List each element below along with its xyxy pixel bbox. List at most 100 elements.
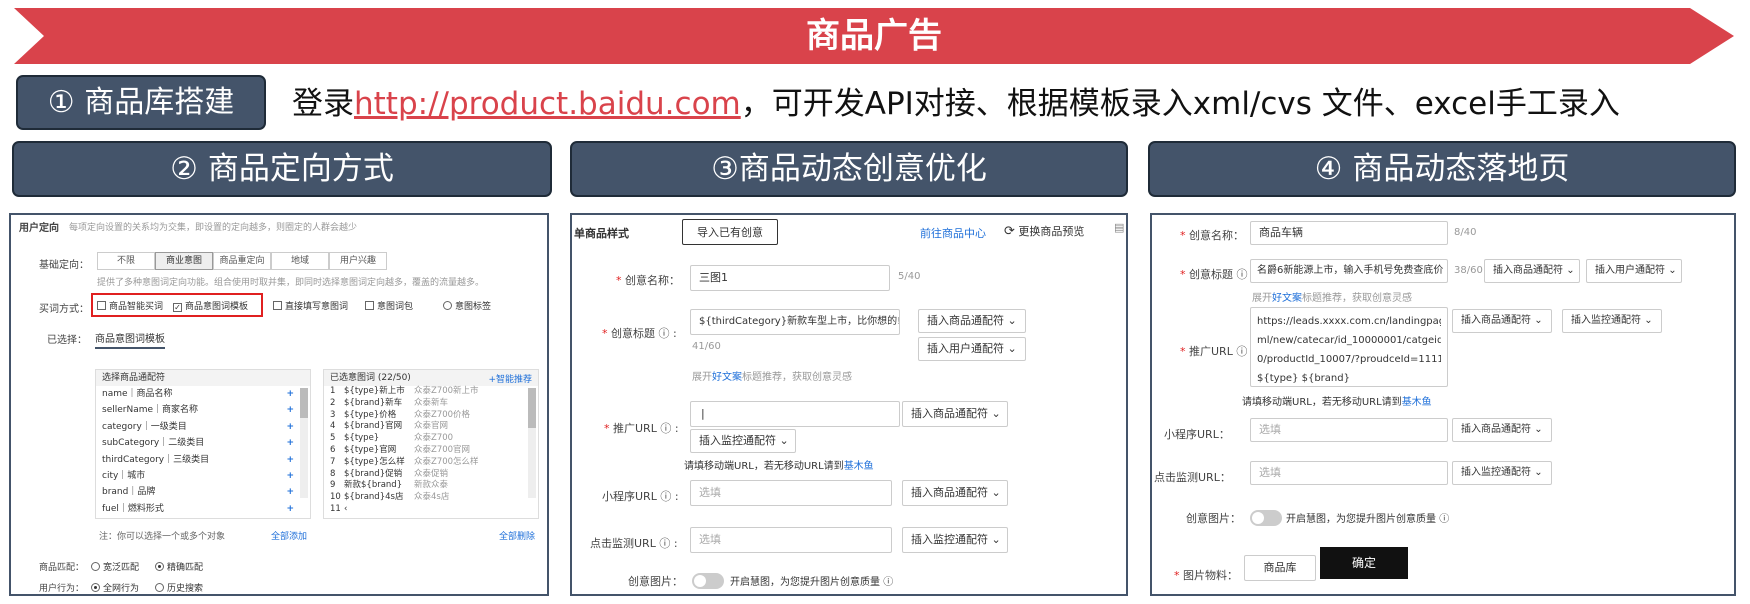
product-center-link[interactable]: http://product.baidu.com (354, 86, 741, 122)
intent-list-item[interactable]: 6 ${type}官网 众泰Z700官网 (324, 445, 538, 457)
insert-user-dropdown[interactable]: 插入用户通配符 ⌄ (918, 337, 1026, 361)
intent-list-item[interactable]: 8 ${brand}促销 众泰促销 (324, 469, 538, 481)
headline-input[interactable]: ${thirdCategory}新款车型上市，比你想的! (690, 309, 900, 335)
tab-product-retarget[interactable]: 商品重定向 (213, 252, 271, 270)
goto-product-center-link[interactable]: 前往商品中心 (920, 225, 986, 241)
tab-unlimited[interactable]: 不限 (97, 252, 155, 270)
behavior-all[interactable]: 全网行为 (91, 581, 139, 594)
headline-input[interactable]: 名爵6新能源上市，输入手机号免费查底价 (1250, 259, 1448, 283)
wildcard-list-item[interactable]: city｜城市 + (96, 468, 310, 484)
click-monitor-input[interactable]: 选填 (690, 527, 892, 553)
document-icon[interactable]: ▤ (1114, 221, 1124, 234)
selected-tab[interactable]: 商品意图词模板 (95, 330, 165, 349)
insert-goods-dropdown-url[interactable]: 插入商品通配符 ⌄ (902, 401, 1008, 427)
wildcard-list-item[interactable]: sellerName｜商家名称 + (96, 402, 310, 418)
wildcard-list-item[interactable]: name｜商品名称 + (96, 386, 310, 402)
jimuyu-link[interactable]: 基木鱼 (1402, 397, 1432, 408)
smart-image-toggle[interactable] (1250, 510, 1282, 526)
smart-image-toggle[interactable] (692, 573, 724, 589)
insert-goods-dropdown[interactable]: 插入商品通配符 ⌄ (1484, 259, 1580, 283)
refresh-preview[interactable]: ⟳ 更换商品预览 (1004, 223, 1084, 239)
add-icon[interactable]: + (286, 501, 294, 517)
insert-goods-dropdown-mini[interactable]: 插入商品通配符 ⌄ (902, 480, 1008, 506)
insert-user-dropdown[interactable]: 插入用户通配符 ⌄ (1586, 259, 1682, 283)
add-icon[interactable]: + (286, 419, 294, 435)
material-label: * 图片物料： (1174, 569, 1238, 582)
radio-icon (91, 562, 100, 571)
chevron-down-icon: ⌄ (991, 486, 1001, 499)
behavior-label: 用户行为： (39, 584, 85, 594)
url-textarea[interactable]: https://leads.xxxx.com.cn/landingpage/ht… (1250, 307, 1448, 387)
mini-program-input[interactable]: 选填 (690, 480, 892, 506)
opt-intent-tag[interactable]: 意图标签 (443, 299, 491, 312)
match-exact[interactable]: 精确匹配 (155, 560, 203, 573)
match-broad[interactable]: 宽泛匹配 (91, 560, 139, 573)
wildcard-list-item[interactable]: brand｜品牌 + (96, 484, 310, 500)
intent-list-item[interactable]: 7 ${type}怎么样 众泰Z700怎么样 (324, 457, 538, 469)
checkbox-icon (97, 301, 106, 310)
tab-commercial-intent[interactable]: 商业意图 (155, 252, 213, 270)
good-copy-link[interactable]: 好文案 (712, 372, 742, 383)
intent-list-item[interactable]: 5 ${type} 众泰Z700 (324, 433, 538, 445)
intent-list-item[interactable]: 2 ${brand}新车 众泰新车 (324, 398, 538, 410)
insert-monitor-dropdown[interactable]: 插入监控通配符 ⌄ (690, 429, 796, 453)
insert-monitor-dropdown[interactable]: 插入监控通配符 ⌄ (1562, 309, 1662, 333)
product-library-button[interactable]: 商品库 (1244, 555, 1316, 581)
intent-list-item[interactable]: 11 ‹ (324, 504, 538, 516)
smart-recommend-link[interactable]: +智能推荐 (488, 372, 532, 385)
url-line: 0/productId_10007/?proudceId=111111 (1257, 354, 1441, 365)
click-monitor-label: 点击监测URL： (1154, 471, 1231, 484)
click-monitor-label: 点击监测URL ⓘ : (590, 537, 678, 550)
insert-goods-dropdown[interactable]: 插入商品通配符 ⌄ (918, 309, 1026, 333)
add-all-link[interactable]: 全部添加 (271, 529, 307, 542)
add-icon[interactable]: + (286, 452, 294, 468)
add-icon[interactable]: + (286, 402, 294, 418)
intent-list-item[interactable]: 3 ${type}价格 众泰Z700价格 (324, 410, 538, 422)
behavior-history[interactable]: 历史搜索 (155, 581, 203, 594)
creative-name-input[interactable]: 商品车辆 (1250, 221, 1448, 245)
scrollbar[interactable] (300, 388, 308, 498)
click-monitor-input[interactable]: 选填 (1250, 461, 1448, 485)
add-icon[interactable]: + (286, 484, 294, 500)
tab-interest[interactable]: 用户兴趣 (329, 252, 387, 270)
creative-name-input[interactable]: 三图1 (690, 265, 890, 291)
smart-image-text: 开启慧图，为您提升图片创意质量 ⓘ (1286, 514, 1450, 525)
add-icon[interactable]: + (286, 435, 294, 451)
confirm-button[interactable]: 确定 (1320, 547, 1408, 579)
chevron-down-icon: ⌄ (991, 407, 1001, 420)
wildcard-list-item[interactable]: category｜一级类目 + (96, 419, 310, 435)
name-label: * 创意名称： (1180, 229, 1244, 242)
insert-goods-dropdown-mini[interactable]: 插入商品通配符 ⌄ (1452, 418, 1552, 442)
import-creative-button[interactable]: 导入已有创意 (682, 219, 778, 245)
add-icon[interactable]: + (286, 386, 294, 402)
opt-direct-intent[interactable]: 直接填写意图词 (273, 299, 348, 312)
scrollbar-thumb[interactable] (528, 388, 536, 428)
insert-monitor-dropdown-click[interactable]: 插入监控通配符 ⌄ (1452, 461, 1552, 485)
help-icon: ⓘ (659, 537, 671, 550)
intent-item-example: 众泰促销 (414, 468, 449, 479)
intent-list-item[interactable]: 4 ${brand}官网 众泰官网 (324, 421, 538, 433)
wildcard-list-item[interactable]: fuel｜燃料形式 + (96, 501, 310, 517)
mini-program-input[interactable]: 选填 (1250, 418, 1448, 442)
add-icon[interactable]: + (286, 468, 294, 484)
url-input[interactable]: | (690, 401, 900, 427)
scrollbar-thumb[interactable] (300, 388, 308, 418)
url-hint: 请填移动端URL，若无移动URL请到基木鱼 (684, 461, 874, 472)
scrollbar[interactable] (528, 388, 536, 498)
opt-smart-buy[interactable]: 商品智能买词 (97, 299, 163, 312)
insert-monitor-dropdown-click[interactable]: 插入监控通配符 ⌄ (902, 527, 1008, 553)
intent-list-item[interactable]: 9 新款${brand} 新款众泰 (324, 480, 538, 492)
good-copy-link[interactable]: 好文案 (1272, 293, 1302, 304)
banner-title: 商品广告 (806, 16, 942, 56)
wildcard-list-item[interactable]: subCategory｜二级类目 + (96, 435, 310, 451)
insert-goods-dropdown-url[interactable]: 插入商品通配符 ⌄ (1452, 309, 1552, 333)
opt-intent-pack[interactable]: 意图词包 (365, 299, 413, 312)
opt-intent-template[interactable]: ✓ 商品意图词模板 (173, 299, 248, 312)
tab-region[interactable]: 地域 (271, 252, 329, 270)
intent-list-item[interactable]: 1 ${type}新上市 众泰Z700新上市 (324, 386, 538, 398)
wildcard-list-item[interactable]: thirdCategory｜三级类目 + (96, 452, 310, 468)
jimuyu-link[interactable]: 基木鱼 (844, 461, 874, 472)
intent-list-item[interactable]: 10 ${brand}4s店 众泰4s店 (324, 492, 538, 504)
step2-header: ② 商品定向方式 (12, 141, 552, 197)
delete-all-link[interactable]: 全部删除 (499, 529, 535, 542)
